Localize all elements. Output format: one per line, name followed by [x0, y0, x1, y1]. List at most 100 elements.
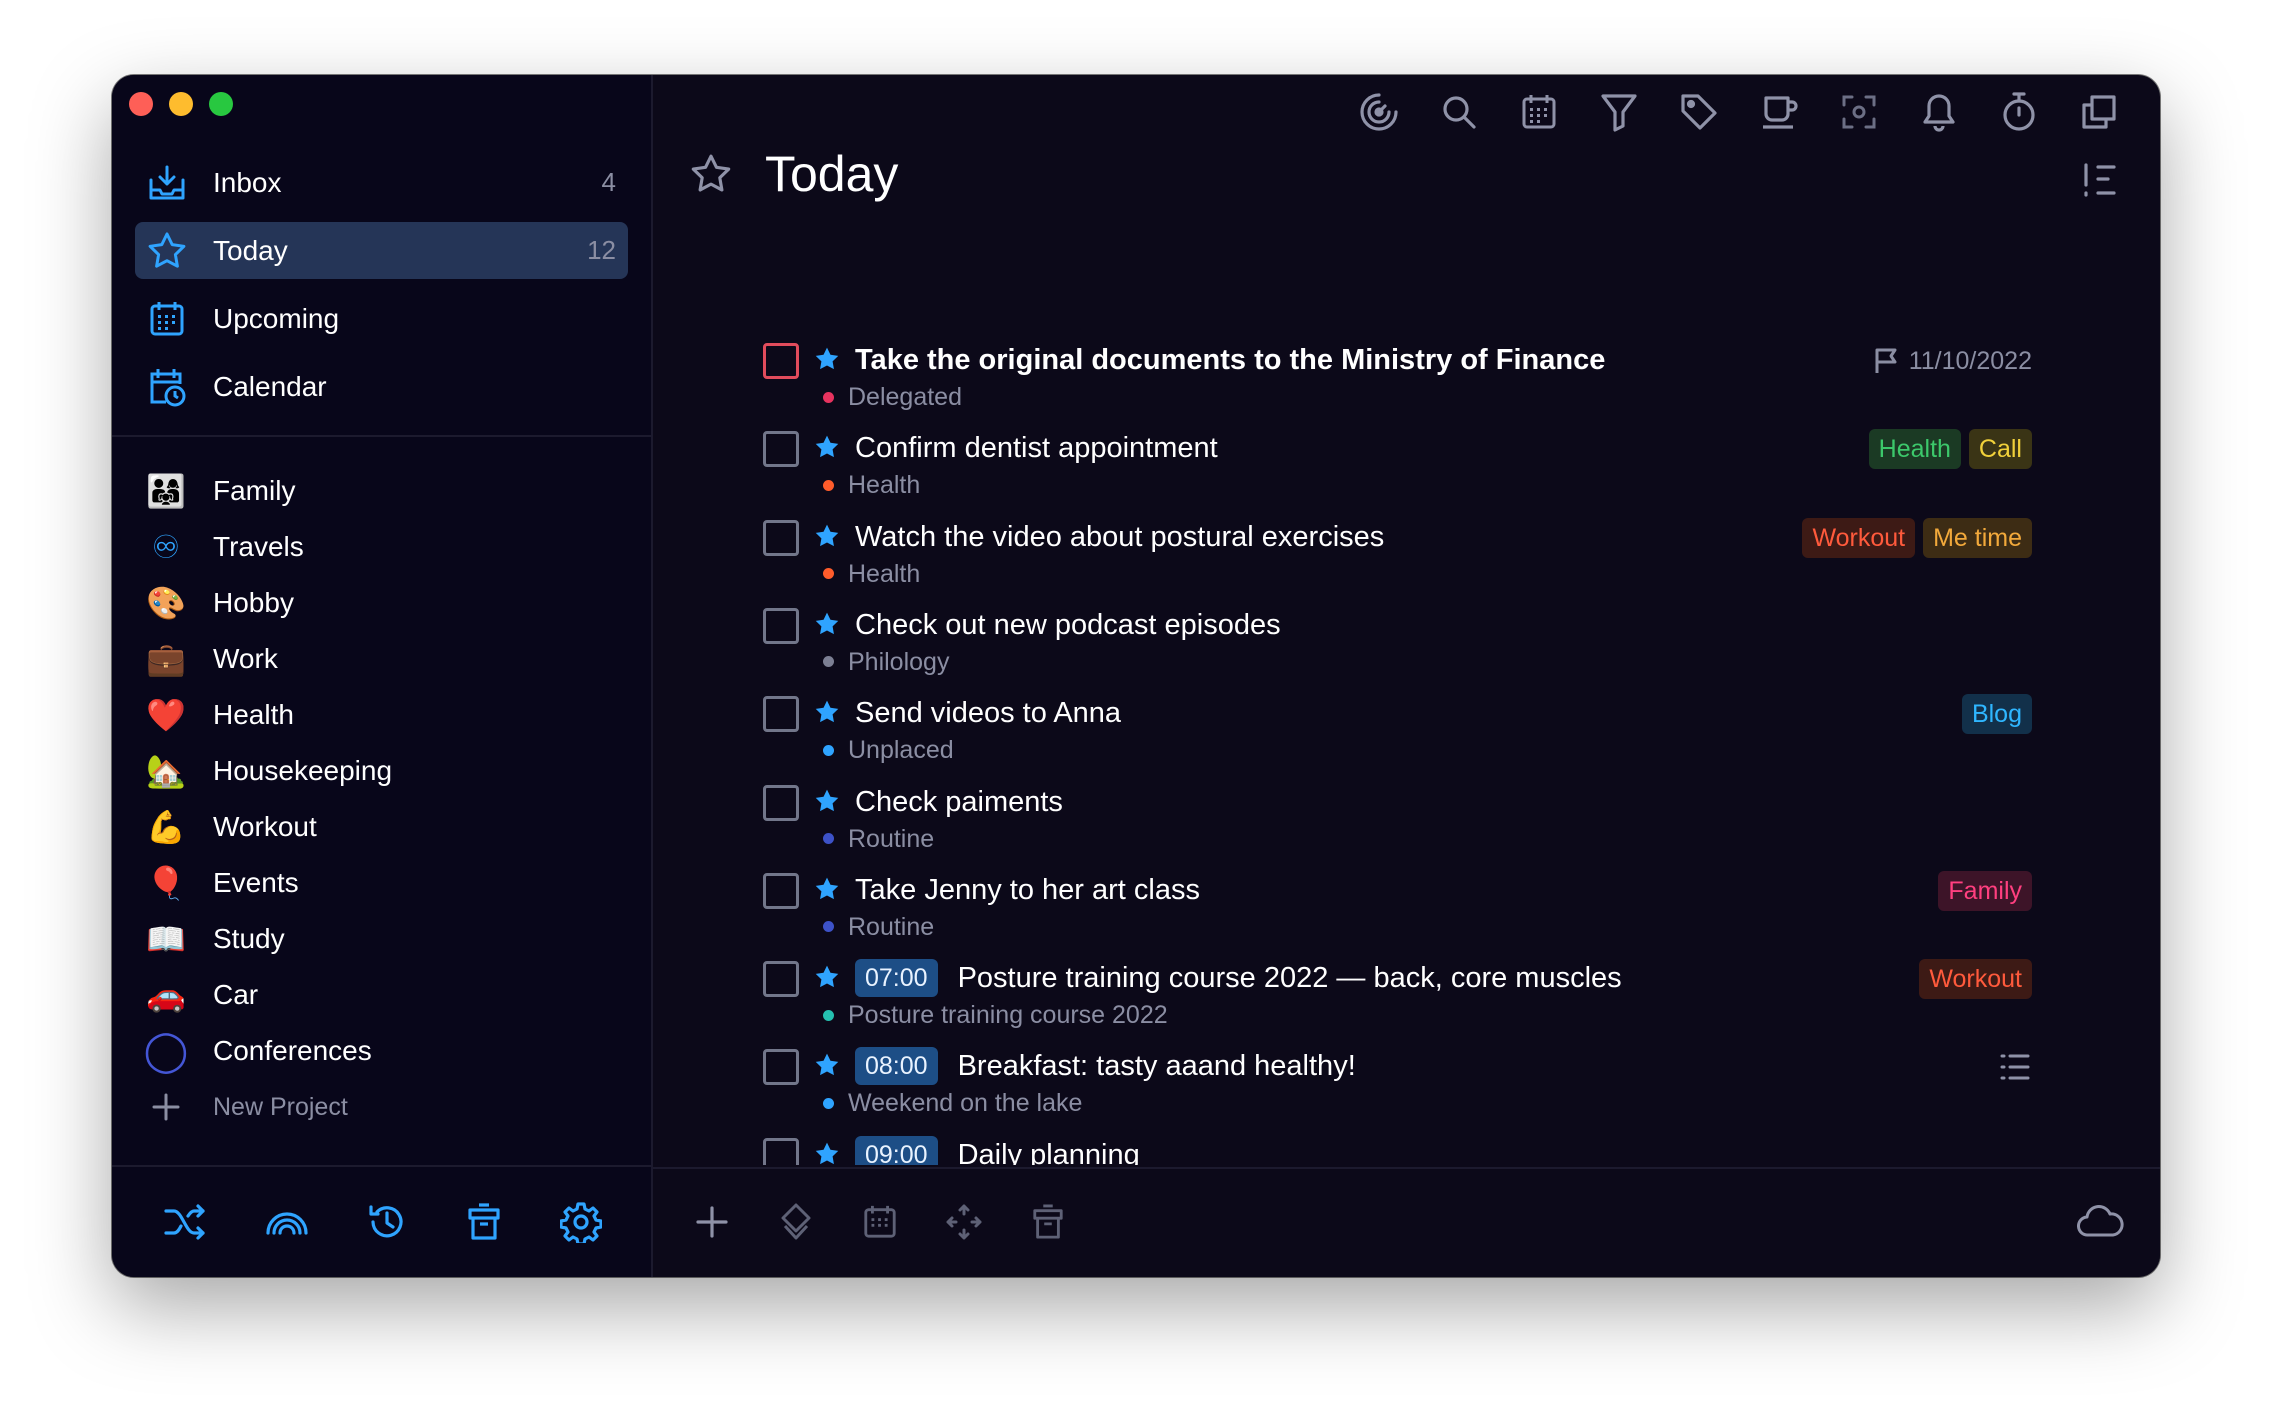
task-project: Routine	[823, 823, 934, 855]
move-to-project-icon[interactable]	[775, 1201, 817, 1243]
task-time-badge[interactable]: 08:00	[855, 1047, 938, 1086]
flag-icon	[1875, 348, 1897, 373]
copy-windows-icon[interactable]	[2078, 91, 2120, 133]
task-tag[interactable]: Call	[1968, 429, 2032, 470]
task-checkbox[interactable]	[763, 961, 799, 998]
calendar-icon[interactable]	[1518, 91, 1560, 133]
star-filled-icon	[813, 787, 843, 817]
task-checkbox[interactable]	[763, 696, 799, 733]
coffee-break-icon[interactable]	[1758, 91, 1800, 133]
shuffle-icon[interactable]	[163, 1202, 207, 1242]
task-checkbox[interactable]	[763, 519, 799, 556]
project-hobby[interactable]: 🎨 Hobby	[145, 575, 625, 631]
search-icon[interactable]	[1438, 91, 1480, 133]
bell-icon[interactable]	[1918, 91, 1960, 133]
project-study[interactable]: 📖 Study	[145, 911, 625, 967]
task-tag[interactable]: Workout	[1802, 517, 1916, 558]
star-outline-icon[interactable]	[689, 151, 735, 197]
task-row[interactable]: Watch the video about postural exercises…	[763, 517, 2032, 606]
task-project-label: Routine	[848, 824, 935, 853]
tag-icon[interactable]	[1678, 91, 1720, 133]
task-tag[interactable]: Family	[1938, 870, 2032, 911]
project-color-dot	[823, 833, 834, 844]
rainbow-icon[interactable]	[265, 1207, 309, 1237]
project-health[interactable]: ❤️ Health	[145, 687, 625, 743]
nav-today[interactable]: Today 12	[135, 222, 628, 279]
task-checkbox[interactable]	[763, 784, 799, 821]
calendar-clock-icon	[145, 365, 189, 409]
star-filled-icon	[813, 1051, 843, 1081]
task-row[interactable]: Send videos to Anna Unplaced Blog	[763, 694, 2032, 782]
sort-list-icon[interactable]	[2080, 161, 2120, 201]
project-family[interactable]: 👨‍👩‍👧 Family	[145, 463, 625, 519]
project-housekeeping[interactable]: 🏡 Housekeeping	[145, 743, 625, 799]
delete-icon[interactable]	[1027, 1201, 1069, 1243]
task-project-label: Unplaced	[848, 736, 954, 765]
task-title-line: Check paiments	[855, 783, 1063, 821]
checklist-icon[interactable]	[1998, 1050, 2032, 1084]
task-project: Health	[823, 558, 920, 590]
project-workout[interactable]: 💪 Workout	[145, 799, 625, 855]
nav-inbox-count: 4	[601, 167, 616, 197]
project-color-dot	[823, 744, 834, 756]
task-tag[interactable]: Me time	[1923, 517, 2032, 558]
nav-upcoming[interactable]: Upcoming	[135, 290, 628, 347]
project-events[interactable]: 🎈 Events	[145, 855, 625, 911]
nav-inbox[interactable]: Inbox 4	[135, 154, 628, 211]
task-row[interactable]: 08:00 Breakfast: tasty aaand healthy! Week…	[763, 1047, 2032, 1135]
task-checkbox[interactable]	[763, 872, 799, 909]
cloud-sync-icon[interactable]	[2076, 1203, 2124, 1243]
project-label: Car	[213, 979, 259, 1010]
history-icon[interactable]	[366, 1201, 408, 1243]
project-travels[interactable]: ♾ Travels	[145, 519, 625, 575]
task-checkbox[interactable]	[763, 1049, 799, 1086]
trash-icon[interactable]	[466, 1202, 502, 1242]
add-task-icon[interactable]	[691, 1201, 733, 1243]
focus-target-icon[interactable]	[1358, 91, 1400, 133]
task-row[interactable]: Check paiments Routine	[763, 783, 2032, 871]
timer-icon[interactable]	[1998, 91, 2040, 133]
task-checkbox[interactable]	[763, 343, 799, 379]
zoom-window-button[interactable]	[209, 92, 233, 116]
task-meta: Health Call	[1868, 429, 2032, 470]
task-checkbox[interactable]	[763, 607, 799, 644]
task-project-label: Routine	[848, 912, 935, 941]
briefcase-icon: 💼	[146, 641, 186, 677]
project-color-dot	[823, 1009, 834, 1021]
task-row[interactable]: Take the original documents to the Minis…	[763, 341, 2032, 429]
task-project: Health	[823, 469, 920, 501]
task-due-date[interactable]: 11/10/2022	[1873, 347, 2032, 376]
task-row[interactable]: Take Jenny to her art class Routine Family	[763, 870, 2032, 959]
new-project-button[interactable]: New Project	[145, 1079, 625, 1135]
task-title-line: Confirm dentist appointment	[855, 429, 1218, 467]
task-project-label: Delegated	[848, 383, 962, 411]
move-arrows-icon[interactable]	[943, 1201, 985, 1243]
task-title-line: 07:00 Posture training course 2022 — back…	[855, 959, 1622, 998]
project-label: Housekeeping	[213, 755, 393, 786]
task-row[interactable]: 07:00 Posture training course 2022 — back…	[763, 959, 2032, 1047]
task-checkbox[interactable]	[763, 1137, 799, 1165]
sidebar-divider	[112, 435, 653, 437]
task-row[interactable]: Confirm dentist appointment Health Health C…	[763, 429, 2032, 517]
task-checkbox[interactable]	[763, 431, 799, 468]
task-time-badge[interactable]: 09:00	[855, 1135, 938, 1165]
gear-icon[interactable]	[560, 1201, 603, 1243]
project-conferences[interactable]: ◯ Conferences	[144, 1023, 625, 1079]
task-tag[interactable]: Blog	[1961, 694, 2032, 735]
project-work[interactable]: 💼 Work	[145, 631, 625, 687]
task-time-badge[interactable]: 07:00	[855, 959, 938, 998]
task-tag[interactable]: Workout	[1919, 959, 2032, 1000]
nav-inbox-label: Inbox	[213, 166, 282, 198]
task-row[interactable]: 09:00Daily planningWork	[763, 1135, 2032, 1165]
filter-icon[interactable]	[1598, 91, 1640, 133]
screenshot-focus-icon[interactable]	[1838, 91, 1880, 133]
close-window-button[interactable]	[129, 92, 153, 116]
project-color-dot	[823, 391, 834, 403]
task-tag[interactable]: Health	[1868, 429, 1961, 470]
minimize-window-button[interactable]	[169, 92, 193, 116]
task-row[interactable]: Check out new podcast episodes Philology	[763, 606, 2032, 694]
project-car[interactable]: 🚗 Car	[145, 967, 625, 1023]
schedule-icon[interactable]	[859, 1201, 901, 1243]
nav-calendar[interactable]: Calendar	[135, 358, 628, 415]
task-project-label: Health	[848, 559, 921, 588]
